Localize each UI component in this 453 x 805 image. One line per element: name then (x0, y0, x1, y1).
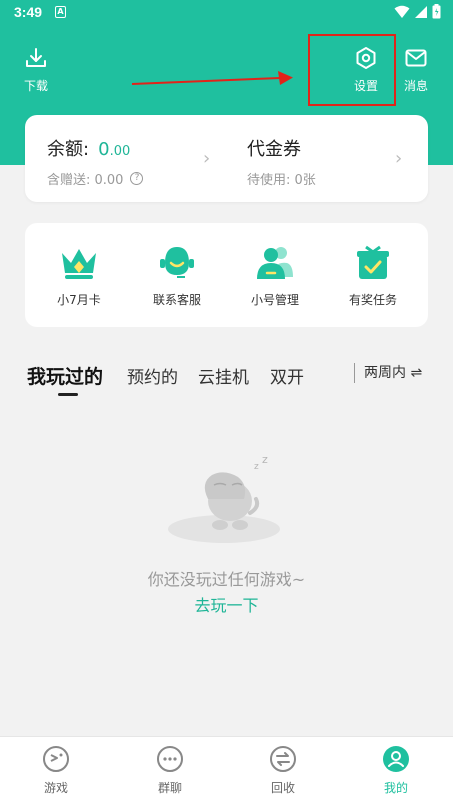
reward-task-item[interactable]: 有奖任务 (333, 243, 413, 308)
signal-icon (415, 5, 427, 18)
nav-recycle[interactable]: 回收 (253, 745, 313, 796)
tab-reserved[interactable]: 预约的 (127, 363, 178, 388)
accounts-item[interactable]: 小号管理 (235, 243, 315, 308)
gift-balance: 含赠送: 0.00 (47, 173, 124, 188)
help-icon[interactable]: ? (130, 172, 144, 185)
recycle-icon (270, 746, 296, 772)
profile-icon (383, 746, 409, 772)
balance-section[interactable]: 余额: 0.00 含赠送: 0.00 ? (47, 135, 144, 188)
chevron-right-icon: › (395, 148, 403, 169)
reward-task-label: 有奖任务 (348, 293, 397, 307)
crown-icon (62, 249, 96, 279)
go-play-link[interactable]: 去玩一下 (0, 592, 453, 616)
monthly-card-item[interactable]: 小7月卡 (39, 243, 119, 308)
accounts-label: 小号管理 (250, 293, 299, 307)
game-icon (43, 746, 69, 772)
balance-value-dec: .00 (109, 144, 131, 159)
voucher-section[interactable]: 代金券 待使用: 0张 (247, 135, 316, 188)
chevron-right-icon: › (203, 148, 211, 169)
nav-mine[interactable]: 我的 (366, 745, 426, 796)
highlight-box (308, 34, 396, 106)
status-time: 3:49 (14, 4, 43, 20)
sleeping-tiger-illustration: z z (168, 455, 280, 543)
monthly-card-label: 小7月卡 (57, 293, 101, 307)
nav-recycle-label: 回收 (270, 781, 295, 795)
balance-card: 余额: 0.00 含赠送: 0.00 ? › 代金券 待使用: 0张 › (25, 115, 428, 202)
customer-service-icon (160, 247, 194, 278)
tab-dual-open[interactable]: 双开 (270, 363, 304, 388)
nav-group-chat-label: 群聊 (157, 781, 182, 795)
download-icon (26, 48, 46, 67)
tab-played[interactable]: 我玩过的 (27, 362, 103, 389)
tab-cloud-hosting[interactable]: 云挂机 (198, 363, 249, 388)
empty-message: 你还没玩过任何游戏~ (147, 570, 306, 589)
accounts-icon (257, 247, 293, 279)
svg-text:z: z (254, 462, 259, 472)
message-label: 消息 (403, 79, 428, 93)
battery-icon (432, 4, 441, 19)
mail-icon (405, 49, 427, 67)
balance-title: 余额: (47, 139, 90, 160)
active-tab-indicator (58, 393, 78, 396)
gift-task-icon (357, 245, 389, 279)
annotation-arrow (131, 71, 293, 85)
message-button[interactable]: 消息 (398, 46, 434, 94)
nav-games-label: 游戏 (43, 781, 68, 795)
balance-value-int: 0 (98, 139, 110, 160)
bottom-nav: 游戏 群聊 回收 我的 (0, 736, 453, 805)
voucher-title: 代金券 (247, 139, 301, 160)
status-bar: 3:49 A (0, 0, 453, 26)
svg-text:z: z (262, 455, 268, 466)
wifi-icon (394, 5, 410, 18)
status-icons (394, 4, 441, 19)
balance-value: 0.00 (98, 139, 130, 160)
download-button[interactable]: 下载 (18, 46, 54, 94)
download-label: 下载 (23, 79, 48, 93)
nav-group-chat[interactable]: 群聊 (140, 745, 200, 796)
customer-service-item[interactable]: 联系客服 (137, 243, 217, 308)
nav-games[interactable]: 游戏 (26, 745, 86, 796)
nav-mine-label: 我的 (383, 781, 408, 795)
voucher-pending: 待使用: 0张 (247, 173, 316, 188)
customer-service-label: 联系客服 (152, 293, 201, 307)
notification-icon: A (55, 6, 66, 18)
chat-icon (157, 746, 183, 772)
period-filter[interactable]: 两周内 ⇌ (354, 363, 422, 383)
function-card: 小7月卡 联系客服 小号管理 有奖任务 (25, 223, 428, 327)
